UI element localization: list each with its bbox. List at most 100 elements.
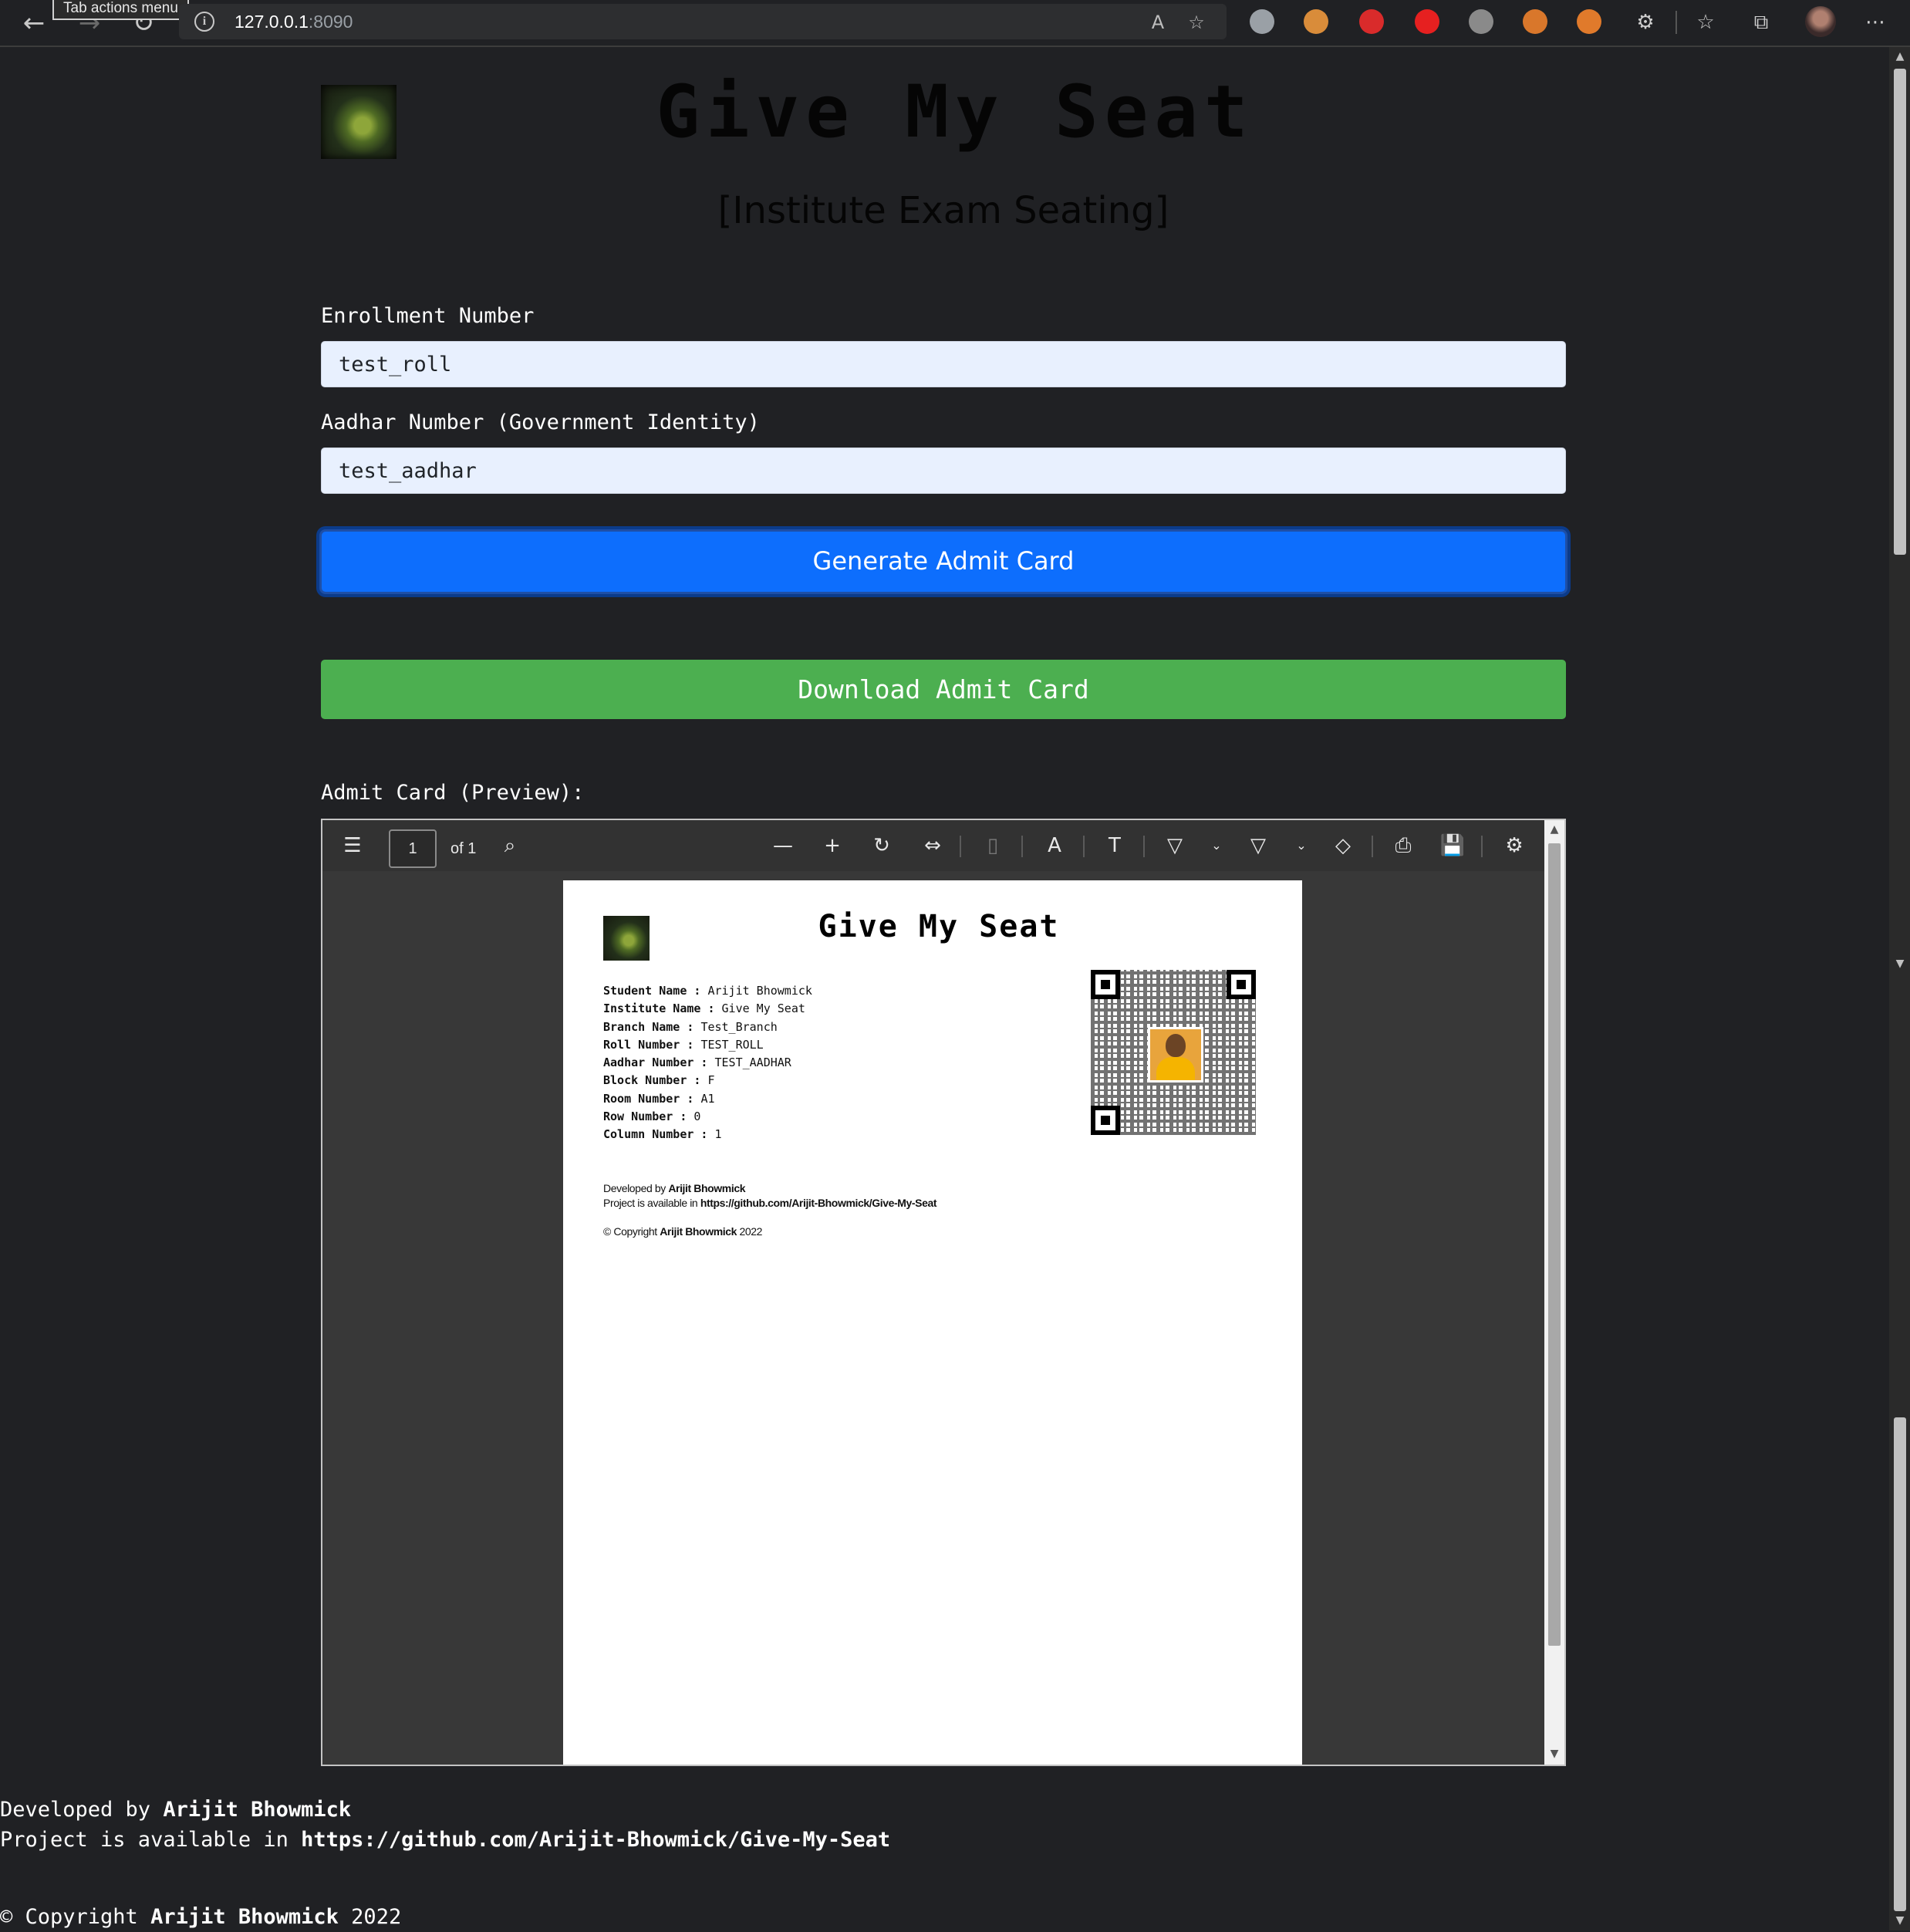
detail-row: Column Number : 1 (603, 1127, 722, 1142)
detail-key: Room Number (603, 1091, 680, 1106)
detail-key: Institute Name (603, 1001, 701, 1016)
more-icon[interactable]: ⋯ (1861, 8, 1890, 37)
extension-icon[interactable] (1523, 9, 1547, 34)
scrollbar-thumb-secondary[interactable] (1894, 1417, 1906, 1911)
download-admit-card-button[interactable]: Download Admit Card (321, 660, 1566, 719)
save-icon[interactable]: 💾 (1438, 831, 1467, 860)
pdf-scrollbar[interactable]: ▲ ▼ (1544, 820, 1564, 1765)
pdf-toolbar: ☰ 1 of 1 ⌕ — + ↻ ⇔ ▯ A T ▽ ⌄ ▽ ⌄ ◇ ⎙ 💾 ⚙ (322, 820, 1544, 871)
detail-key: Aadhar Number (603, 1056, 694, 1070)
page-number-input[interactable]: 1 (389, 829, 437, 868)
detail-row: Roll Number : TEST_ROLL (603, 1037, 764, 1052)
preview-label: Admit Card (Preview): (321, 781, 585, 805)
add-text-icon[interactable]: T (1100, 831, 1129, 860)
extension-icon[interactable] (1469, 9, 1493, 34)
detail-key: Block Number (603, 1073, 687, 1088)
url-text[interactable]: 127.0.0.1:8090 (235, 10, 353, 33)
detail-key: Branch Name (603, 1019, 680, 1034)
toolbar-divider (1021, 836, 1023, 857)
pdf-scrollbar-thumb[interactable] (1548, 843, 1561, 1646)
address-bar[interactable]: i 127.0.0.1:8090 A ☆ (179, 4, 1227, 39)
extension-icon[interactable] (1359, 9, 1384, 34)
footer-repo-link[interactable]: Project is available in https://github.c… (0, 1825, 890, 1855)
footer-copyright: © Copyright Arijit Bhowmick 2022 (0, 1905, 402, 1929)
student-photo (1148, 1027, 1203, 1083)
scroll-down-icon[interactable]: ▼ (1894, 1914, 1906, 1927)
scroll-up-icon[interactable]: ▲ (1894, 50, 1906, 62)
aadhar-field[interactable] (321, 448, 1566, 494)
extensions-icon[interactable]: ⚙ (1631, 8, 1660, 37)
search-icon[interactable]: ⌕ (495, 831, 525, 860)
toolbar-divider (1372, 836, 1373, 857)
collections-icon[interactable]: ⧉ (1746, 8, 1776, 37)
back-icon[interactable]: ← (15, 5, 52, 42)
detail-value: TEST_ROLL (700, 1037, 764, 1052)
detail-value: 1 (714, 1127, 722, 1142)
admit-card-copyright: © Copyright Arijit Bhowmick 2022 (603, 1225, 763, 1238)
toolbar-divider (1481, 836, 1483, 857)
generate-admit-card-button[interactable]: Generate Admit Card (319, 529, 1567, 594)
url-host: 127.0.0.1 (235, 12, 309, 32)
footer-developed-by: Developed by Arijit Bhowmick (0, 1798, 352, 1822)
extension-icon[interactable] (1250, 9, 1274, 34)
fit-page-icon[interactable]: ⇔ (918, 831, 947, 860)
toolbar-divider (1083, 836, 1085, 857)
pdf-scroll-up-icon[interactable]: ▲ (1544, 822, 1564, 837)
detail-row: Row Number : 0 (603, 1110, 701, 1124)
chevron-down-icon[interactable]: ⌄ (1202, 831, 1231, 860)
enrollment-field[interactable] (321, 341, 1566, 387)
detail-row: Room Number : A1 (603, 1091, 715, 1106)
chevron-down-icon[interactable]: ⌄ (1287, 831, 1316, 860)
highlight-icon[interactable]: ▽ (1244, 831, 1273, 860)
page-title: Give My Seat (656, 70, 1254, 154)
browser-toolbar: ← → ↻ Tab actions menu i 127.0.0.1:8090 … (0, 0, 1910, 47)
detail-row: Branch Name : Test_Branch (603, 1019, 778, 1034)
favorite-add-icon[interactable]: ☆ (1183, 9, 1210, 35)
admit-card-repo-line: Project is available in https://github.c… (603, 1197, 937, 1209)
admit-card-developed-by: Developed by Arijit Bhowmick (603, 1182, 746, 1194)
pdf-viewer[interactable]: ☰ 1 of 1 ⌕ — + ↻ ⇔ ▯ A T ▽ ⌄ ▽ ⌄ ◇ ⎙ 💾 ⚙… (321, 819, 1566, 1766)
detail-value: Test_Branch (700, 1019, 778, 1034)
zoom-in-icon[interactable]: + (818, 831, 847, 860)
detail-key: Column Number (603, 1127, 694, 1142)
detail-row: Student Name : Arijit Bhowmick (603, 984, 812, 998)
settings-icon[interactable]: ⚙ (1500, 831, 1529, 860)
zoom-out-icon[interactable]: — (768, 831, 798, 860)
print-icon[interactable]: ⎙ (1389, 831, 1418, 860)
detail-value: F (707, 1073, 715, 1088)
qr-finder (1091, 1106, 1120, 1135)
extension-icon[interactable] (1577, 9, 1601, 34)
scrollbar-thumb[interactable] (1894, 69, 1906, 555)
rotate-icon[interactable]: ↻ (867, 831, 896, 860)
enrollment-label: Enrollment Number (321, 304, 535, 328)
contents-icon[interactable]: ☰ (338, 831, 367, 860)
extension-icon[interactable] (1304, 9, 1328, 34)
extension-icon[interactable] (1415, 9, 1439, 34)
admit-card-details: Student Name : Arijit Bhowmick Institute … (603, 982, 812, 1144)
detail-key: Student Name (603, 984, 687, 998)
page-scrollbar[interactable]: ▲ ▼ ▼ (1889, 47, 1910, 1930)
read-aloud-icon[interactable]: A (1040, 831, 1069, 860)
admit-card-title: Give My Seat (818, 909, 1060, 944)
aadhar-label: Aadhar Number (Government Identity) (321, 410, 760, 434)
page-view-icon[interactable]: ▯ (978, 831, 1007, 860)
scroll-marker-icon: ▼ (1895, 958, 1905, 970)
profile-avatar[interactable] (1805, 6, 1836, 37)
draw-icon[interactable]: ▽ (1160, 831, 1190, 860)
page-subtitle: [Institute Exam Seating] (717, 189, 1169, 232)
detail-value: Arijit Bhowmick (707, 984, 812, 998)
page-count: of 1 (451, 840, 477, 857)
qr-code (1091, 970, 1256, 1135)
info-icon[interactable]: i (194, 12, 214, 32)
pdf-scroll-down-icon[interactable]: ▼ (1544, 1746, 1564, 1761)
detail-row: Aadhar Number : TEST_AADHAR (603, 1056, 791, 1070)
detail-value: Give My Seat (721, 1001, 805, 1016)
tab-actions-tooltip: Tab actions menu (52, 0, 189, 20)
detail-value: 0 (693, 1110, 701, 1124)
read-aloud-icon[interactable]: A (1145, 9, 1171, 35)
detail-key: Roll Number (603, 1037, 680, 1052)
admit-card-page: Give My Seat Student Name : Arijit Bhowm… (563, 880, 1302, 1765)
site-logo (321, 85, 397, 159)
erase-icon[interactable]: ◇ (1328, 831, 1358, 860)
favorites-icon[interactable]: ☆ (1691, 8, 1720, 37)
